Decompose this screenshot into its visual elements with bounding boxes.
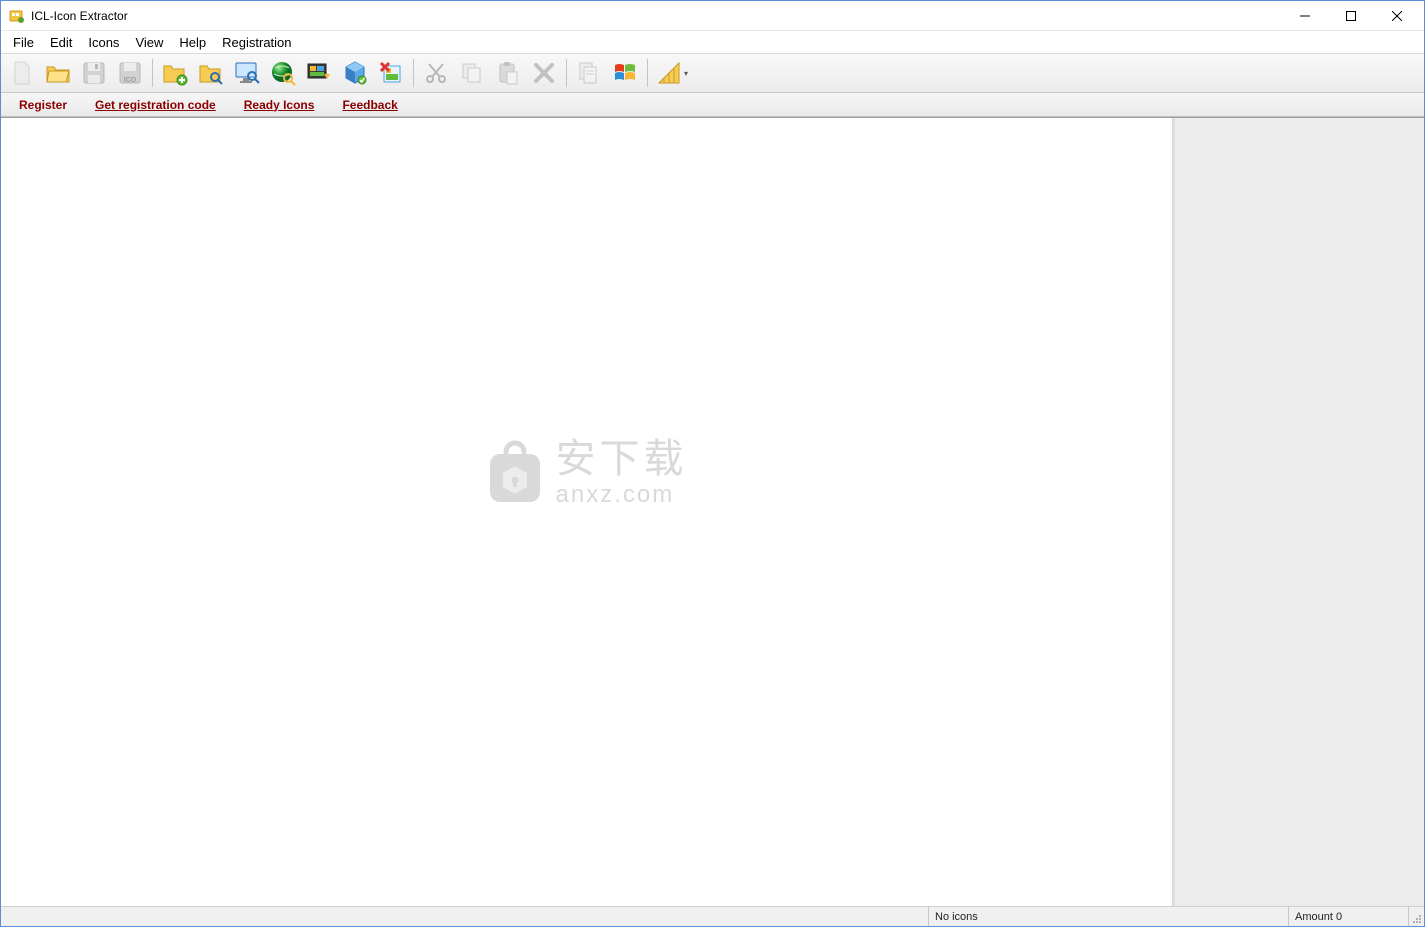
linkbar: Register Get registration code Ready Ico…	[1, 93, 1424, 117]
menu-registration[interactable]: Registration	[214, 33, 299, 52]
image-delete-button[interactable]	[374, 56, 408, 90]
titlebar: ICL-Icon Extractor	[1, 1, 1424, 31]
paste-button	[491, 56, 525, 90]
windows-logo-button[interactable]	[608, 56, 642, 90]
side-preview-panel	[1174, 118, 1424, 906]
svg-text:ICO: ICO	[124, 77, 137, 84]
watermark-text-en: anxz.com	[556, 483, 688, 507]
watermark: 安下载 anxz.com	[486, 439, 688, 507]
statusbar: No icons Amount 0	[1, 906, 1424, 926]
content-area: 安下载 anxz.com	[1, 117, 1424, 906]
app-icon	[9, 8, 25, 24]
open-folder-button[interactable]	[41, 56, 75, 90]
image-extract-button[interactable]	[302, 56, 336, 90]
cube-3d-button[interactable]	[338, 56, 372, 90]
menubar: File Edit Icons View Help Registration	[1, 31, 1424, 53]
new-file-button	[5, 56, 39, 90]
folder-add-button[interactable]	[158, 56, 192, 90]
register-link[interactable]: Register	[19, 98, 67, 112]
status-no-icons: No icons	[928, 907, 1288, 926]
feedback-link[interactable]: Feedback	[342, 98, 397, 112]
watermark-text-cn: 安下载	[556, 439, 688, 479]
ready-icons-link[interactable]: Ready Icons	[244, 98, 315, 112]
resize-grip[interactable]	[1408, 907, 1424, 926]
ruler-triangle-button[interactable]: ▾	[653, 56, 693, 90]
save-ico-button: ICO	[113, 56, 147, 90]
copy-button	[455, 56, 489, 90]
menu-icons[interactable]: Icons	[80, 33, 127, 52]
dropdown-arrow-icon: ▾	[682, 69, 690, 78]
globe-search-button[interactable]	[266, 56, 300, 90]
watermark-bag-icon	[486, 440, 544, 506]
delete-button	[527, 56, 561, 90]
toolbar: ICO	[1, 53, 1424, 93]
cut-button	[419, 56, 453, 90]
maximize-button[interactable]	[1328, 1, 1374, 30]
document-multi-button	[572, 56, 606, 90]
toolbar-separator	[566, 59, 567, 87]
close-button[interactable]	[1374, 1, 1420, 30]
get-registration-code-link[interactable]: Get registration code	[95, 98, 216, 112]
toolbar-separator	[152, 59, 153, 87]
icon-list-area[interactable]: 安下载 anxz.com	[1, 118, 1174, 906]
window-title: ICL-Icon Extractor	[31, 9, 1282, 23]
monitor-search-button[interactable]	[230, 56, 264, 90]
status-amount: Amount 0	[1288, 907, 1408, 926]
menu-help[interactable]: Help	[171, 33, 214, 52]
menu-edit[interactable]: Edit	[42, 33, 80, 52]
minimize-button[interactable]	[1282, 1, 1328, 30]
toolbar-separator	[413, 59, 414, 87]
menu-view[interactable]: View	[127, 33, 171, 52]
folder-search-button[interactable]	[194, 56, 228, 90]
toolbar-separator	[647, 59, 648, 87]
menu-file[interactable]: File	[5, 33, 42, 52]
save-button	[77, 56, 111, 90]
